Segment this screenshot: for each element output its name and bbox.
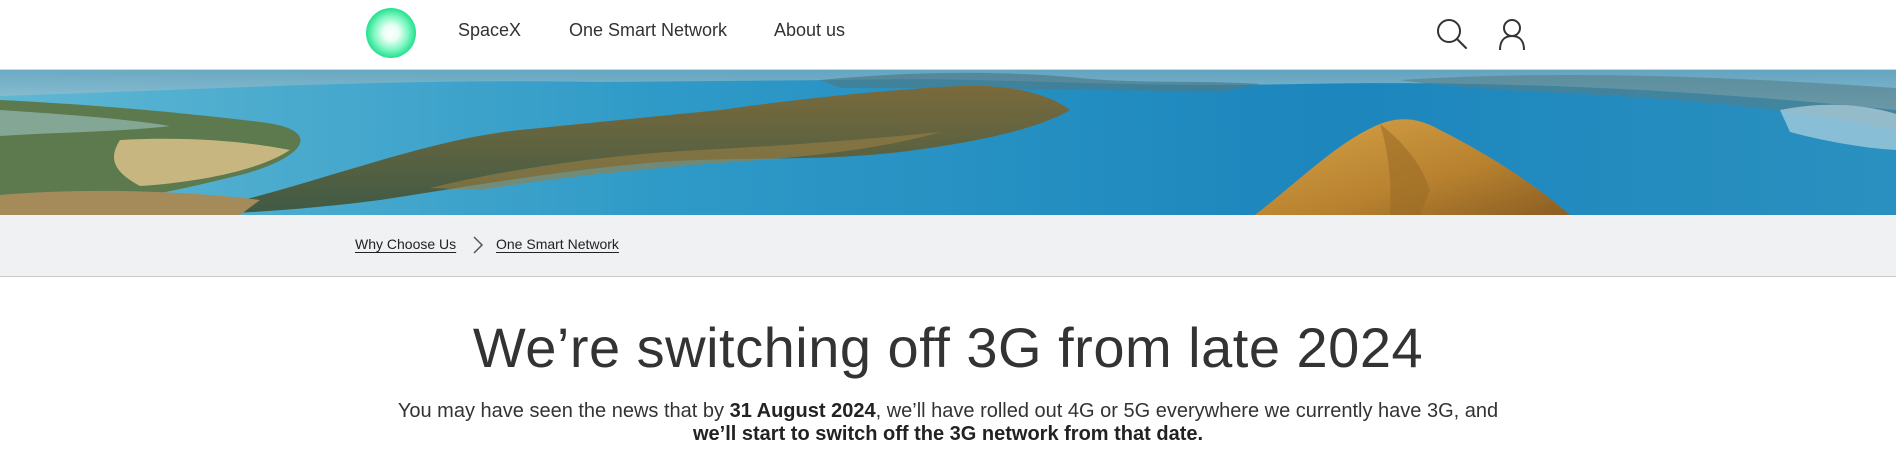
breadcrumb-why-choose-us[interactable]: Why Choose Us (355, 236, 456, 252)
page-title: We’re switching off 3G from late 2024 (472, 316, 1424, 379)
intro-text-part1: You may have seen the news that by (397, 400, 730, 422)
intro-date: 31 August 2024 (729, 400, 876, 422)
breadcrumb: Why Choose Us One Smart Network (0, 215, 1896, 277)
intro-text-part2: , we’ll have rolled out 4G or 5G everywh… (875, 400, 1499, 422)
hero-banner-image (0, 70, 1896, 215)
nav-about-us[interactable]: About us (774, 20, 845, 41)
nav-one-smart-network[interactable]: One Smart Network (569, 20, 727, 41)
intro-paragraph: You may have seen the news that by 31 Au… (0, 400, 1896, 446)
site-header: SpaceX One Smart Network About us (0, 0, 1896, 70)
chevron-right-icon (470, 233, 486, 257)
nav-spacex[interactable]: SpaceX (458, 20, 521, 41)
breadcrumb-one-smart-network[interactable]: One Smart Network (496, 236, 619, 252)
user-account-icon[interactable] (1494, 16, 1530, 52)
intro-emphasis: we’ll start to switch off the 3G network… (692, 423, 1204, 445)
search-icon[interactable] (1434, 16, 1470, 52)
brand-logo[interactable] (366, 8, 416, 58)
